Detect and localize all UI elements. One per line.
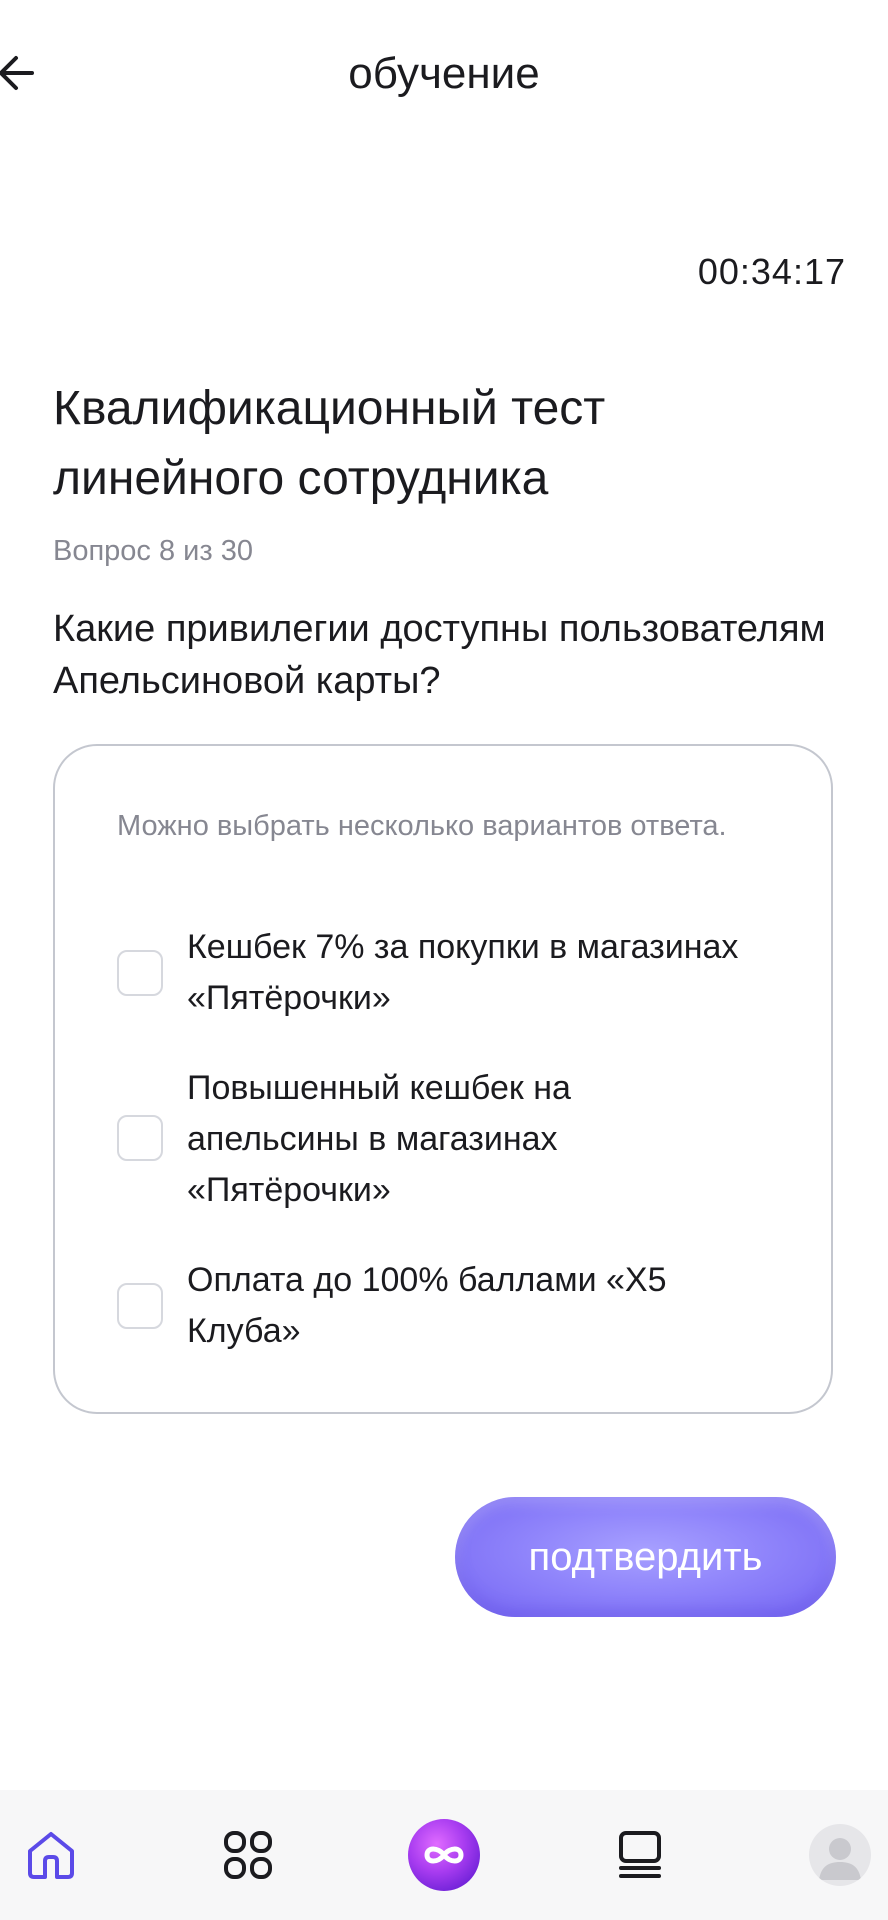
answer-option-2[interactable]: Повышенный кешбек на апельсины в магазин… — [117, 1063, 797, 1216]
question-counter: Вопрос 8 из 30 — [53, 535, 253, 567]
bottom-nav — [0, 1790, 888, 1920]
answer-label: Оплата до 100% баллами «Х5 Клуба» — [187, 1261, 667, 1350]
home-icon — [28, 1832, 74, 1879]
test-timer: 00:34:17 — [697, 251, 846, 292]
profile-avatar-icon — [809, 1824, 871, 1886]
confirm-button[interactable]: подтвердить — [455, 1497, 836, 1617]
answer-option-3[interactable]: Оплата до 100% баллами «Х5 Клуба» — [117, 1255, 797, 1357]
question-text: Какие привилегии доступны пользователям … — [53, 608, 826, 702]
infinity-logo-icon — [408, 1819, 480, 1891]
courses-list-icon — [619, 1831, 661, 1878]
answer-option-1[interactable]: Кешбек 7% за покупки в магазинах «Пятёро… — [117, 922, 797, 1024]
answers-card: Можно выбрать несколько вариантов ответа… — [53, 744, 833, 1414]
nav-item-home[interactable] — [16, 1790, 86, 1920]
page-title: обучение — [348, 49, 540, 98]
nav-item-catalog[interactable] — [213, 1790, 283, 1920]
answer-label: Кешбек 7% за покупки в магазинах «Пятёро… — [187, 928, 739, 1017]
answer-checkbox[interactable] — [117, 1115, 163, 1161]
nav-item-profile[interactable] — [802, 1790, 878, 1920]
answer-checkbox[interactable] — [117, 1283, 163, 1329]
header: обучение — [0, 0, 888, 150]
answers-hint: Можно выбрать несколько вариантов ответа… — [117, 810, 727, 842]
apps-grid-icon — [224, 1831, 272, 1879]
answer-checkbox[interactable] — [117, 950, 163, 996]
test-title: Квалификационный тест линейного сотрудни… — [53, 382, 606, 505]
answer-label: Повышенный кешбек на апельсины в магазин… — [187, 1069, 571, 1209]
nav-item-center[interactable] — [404, 1790, 484, 1920]
nav-item-courses[interactable] — [605, 1790, 675, 1920]
